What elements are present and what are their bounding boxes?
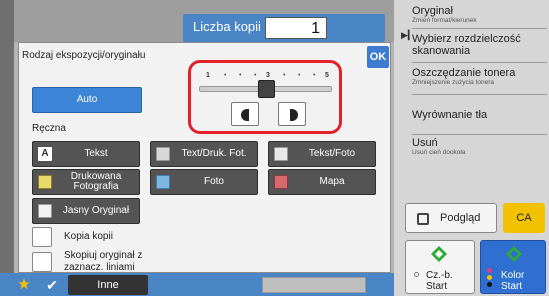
- toner-save-subtitle: Zmniejszenie zużycia tonera: [412, 79, 495, 86]
- half-circle-left-icon: [241, 109, 249, 121]
- bw-start-button[interactable]: Cz.-b. Start: [405, 240, 475, 294]
- type-text-label: Tekst: [84, 148, 108, 159]
- toner-save-item[interactable]: Oszczędzanie tonera Zmniejszenie zużycia…: [412, 67, 547, 95]
- preview-icon: [417, 213, 429, 225]
- scale-dot: •: [254, 72, 257, 79]
- type-text-photo-button[interactable]: Tekst/Foto: [268, 141, 376, 167]
- bw-start-line2: Start: [426, 281, 448, 292]
- copy-of-copy-checkbox[interactable]: [32, 227, 52, 247]
- background-item[interactable]: Wyrównanie tła: [412, 109, 547, 135]
- star-icon[interactable]: ★: [14, 275, 34, 295]
- magenta-dot-icon: [487, 268, 492, 273]
- lighter-button[interactable]: [231, 102, 259, 126]
- scale-dot: •: [239, 72, 242, 79]
- copy-of-copy-option[interactable]: Kopia kopii: [32, 227, 152, 247]
- type-photo-label: Foto: [203, 176, 224, 187]
- dialog-title: Rodzaj ekspozycji/oryginału: [22, 50, 146, 61]
- type-light-original-label: Jasny Oryginał: [62, 205, 130, 216]
- type-text-printed-photo-label: Text/Druk. Fot.: [181, 148, 247, 159]
- type-photo-button[interactable]: Foto: [150, 169, 258, 195]
- type-text-photo-label: Tekst/Foto: [308, 148, 356, 159]
- photo-icon: [156, 175, 170, 189]
- marked-lines-label: Skopiuj oryginał z zaznacz. liniami: [64, 250, 143, 273]
- map-icon: [274, 175, 288, 189]
- yellow-dot-icon: [487, 275, 492, 280]
- start-diamond-icon: [506, 246, 522, 262]
- scale-dot: •: [283, 72, 286, 79]
- scale-dot: •: [313, 72, 316, 79]
- original-subtitle: Zmień format/kierunek: [412, 17, 477, 24]
- light-original-icon: [38, 204, 52, 218]
- type-printed-photo-button[interactable]: Drukowana Fotografia: [32, 169, 140, 195]
- marked-lines-option[interactable]: Skopiuj oryginał z zaznacz. liniami: [32, 250, 152, 274]
- type-text-button[interactable]: A Tekst: [32, 141, 140, 167]
- original-item[interactable]: Oryginał Zmień format/kierunek: [412, 5, 547, 29]
- copies-label: Liczba kopii: [193, 19, 261, 34]
- darker-button[interactable]: [278, 102, 306, 126]
- exposure-slider-thumb[interactable]: [258, 80, 275, 98]
- color-start-line1: Kolor: [501, 270, 525, 281]
- copy-of-copy-label: Kopia kopii: [64, 231, 113, 242]
- type-text-printed-photo-button[interactable]: Text/Druk. Fot.: [150, 141, 258, 167]
- erase-title: Usuń: [412, 137, 438, 149]
- left-edge: [0, 0, 14, 296]
- type-printed-photo-label: Drukowana Fotografia: [70, 171, 122, 192]
- scale-label-1: 1: [206, 72, 210, 79]
- other-button[interactable]: Inne: [68, 275, 148, 295]
- copies-input[interactable]: 1: [265, 17, 327, 39]
- black-dot-icon: [487, 282, 492, 287]
- text-photo-icon: [156, 147, 170, 161]
- text-photo-icon: [274, 147, 288, 161]
- start-diamond-icon: [431, 246, 447, 262]
- bw-start-line1: Cz.-b.: [426, 270, 453, 281]
- half-circle-right-icon: [290, 109, 298, 121]
- text-a-icon: A: [38, 147, 52, 161]
- check-icon[interactable]: ✔: [42, 275, 62, 295]
- original-title: Oryginał: [412, 5, 453, 17]
- erase-subtitle: Usuń cień dookoła: [412, 149, 466, 156]
- printed-photo-icon: [38, 175, 52, 189]
- preview-button[interactable]: Podgląd: [405, 203, 497, 233]
- scale-label-5: 5: [325, 72, 329, 79]
- manual-label: Ręczna: [32, 123, 66, 134]
- preview-label: Podgląd: [440, 212, 481, 224]
- auto-button[interactable]: Auto: [32, 87, 142, 113]
- erase-item[interactable]: Usuń Usuń cień dookoła: [412, 137, 547, 163]
- type-map-button[interactable]: Mapa: [268, 169, 376, 195]
- color-start-button[interactable]: Kolor Start: [480, 240, 546, 294]
- scale-label-3: 3: [266, 72, 270, 79]
- resolution-item[interactable]: Wybierz rozdzielczość skanowania: [412, 33, 547, 63]
- ok-button[interactable]: OK: [367, 46, 389, 68]
- bw-indicator-icon: [414, 272, 419, 277]
- color-start-line2: Start: [501, 281, 523, 292]
- scale-dot: •: [298, 72, 301, 79]
- toner-save-title: Oszczędzanie tonera: [412, 67, 516, 79]
- background-title: Wyrównanie tła: [412, 109, 488, 121]
- ca-button[interactable]: CA: [503, 203, 545, 233]
- type-map-label: Mapa: [319, 176, 345, 187]
- paper-icons-strip: [262, 277, 366, 293]
- resolution-title: Wybierz rozdzielczość skanowania: [412, 33, 521, 57]
- scale-dot: •: [224, 72, 227, 79]
- marked-lines-checkbox[interactable]: [32, 252, 52, 272]
- type-light-original-button[interactable]: Jasny Oryginał: [32, 198, 140, 224]
